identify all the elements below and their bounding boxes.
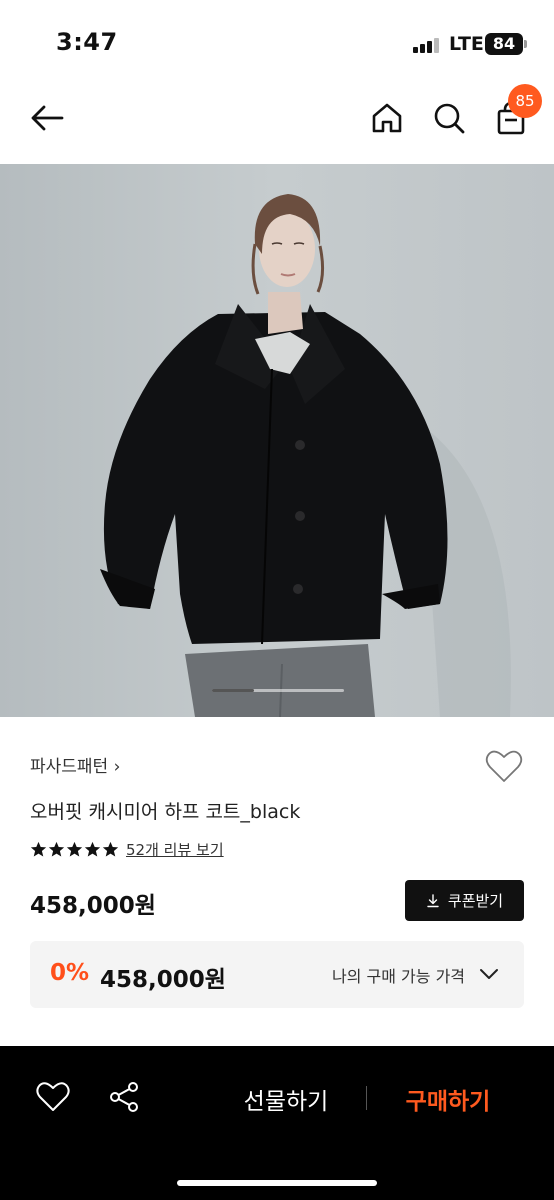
share-icon[interactable] (106, 1079, 142, 1115)
discount-rate: 0% (50, 960, 90, 986)
brand-name: 파사드패턴 (30, 757, 109, 777)
cart-count-badge: 85 (508, 84, 542, 118)
my-price-label: 나의 구매 가능 가격 (332, 967, 466, 986)
battery-icon: 84 (485, 33, 527, 55)
rating-row: 52개 리뷰 보기 (30, 838, 224, 860)
coupon-button[interactable]: 쿠폰받기 (405, 880, 524, 921)
star-icon (30, 841, 47, 857)
status-bar: 3:47 LTE 84 (0, 0, 554, 80)
model-photo (0, 164, 554, 717)
signal-icon (413, 37, 443, 53)
network-label: LTE (449, 33, 484, 55)
product-name: 오버핏 캐시미어 하프 코트_black (30, 801, 301, 823)
download-icon (427, 893, 439, 907)
image-pager (212, 689, 344, 692)
chevron-right-icon: › (113, 757, 121, 777)
star-icon (48, 841, 65, 857)
product-image[interactable] (0, 164, 554, 717)
rating-stars (30, 841, 119, 858)
product-price: 458,000원 (30, 893, 156, 919)
status-time: 3:47 (56, 28, 118, 56)
brand-link[interactable]: 파사드패턴 › (30, 752, 120, 777)
top-nav-bar (0, 80, 554, 164)
buy-button[interactable]: 구매하기 (390, 1082, 506, 1115)
divider (366, 1086, 367, 1110)
my-price: 458,000원 (100, 967, 226, 993)
bottom-action-bar: 선물하기 구매하기 (0, 1046, 554, 1200)
home-indicator (177, 1180, 377, 1186)
back-arrow-icon[interactable] (27, 98, 67, 138)
gift-button[interactable]: 선물하기 (228, 1082, 344, 1115)
star-icon (102, 841, 119, 857)
star-icon (84, 841, 101, 857)
pager-thumb (212, 689, 254, 692)
home-icon[interactable] (367, 98, 407, 138)
heart-icon[interactable] (35, 1079, 71, 1115)
star-icon (66, 841, 83, 857)
search-icon[interactable] (429, 98, 469, 138)
review-link[interactable]: 52개 리뷰 보기 (126, 839, 224, 860)
my-price-box[interactable]: 0% 458,000원 나의 구매 가능 가격 (30, 941, 524, 1008)
coupon-label: 쿠폰받기 (447, 892, 504, 910)
chevron-down-icon (480, 969, 498, 979)
heart-icon[interactable] (484, 747, 524, 785)
